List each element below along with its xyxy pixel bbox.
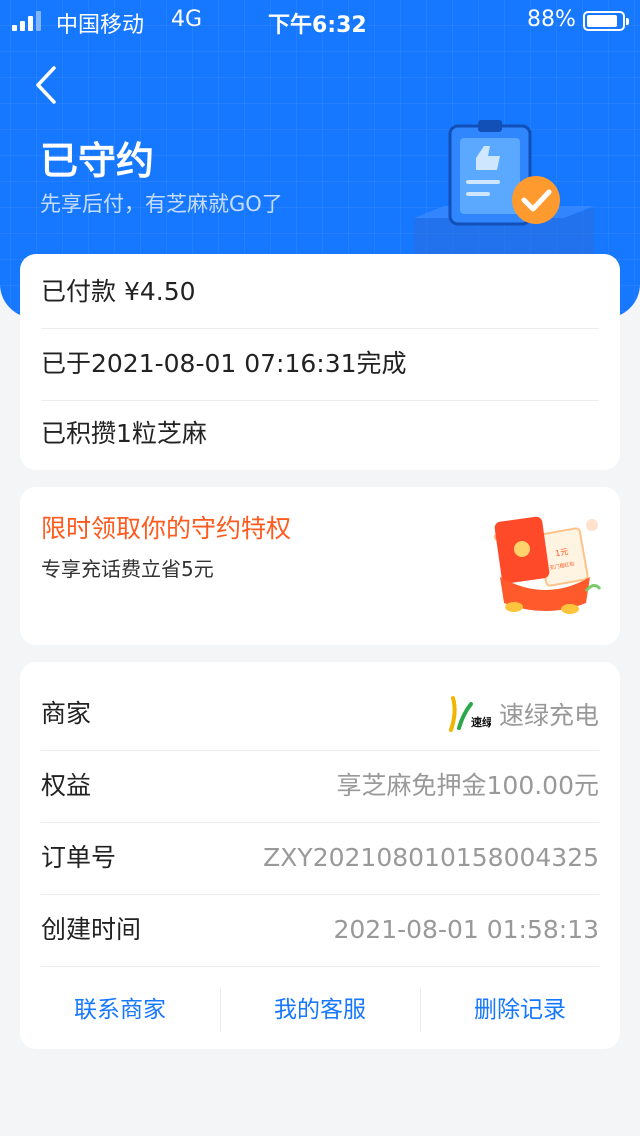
customer-service-button[interactable]: 我的客服 — [220, 988, 420, 1032]
promo-title: 限时领取你的守约特权 — [41, 514, 292, 543]
battery-percentage: 88% — [527, 7, 576, 32]
battery-level — [587, 15, 617, 27]
promo-card[interactable]: 限时领取你的守约特权 专享充话费立省5元 1元 无门槛红包 — [20, 487, 620, 645]
order-number-value[interactable]: ZXY202108010158004325 — [263, 822, 599, 894]
created-time-row: 创建时间 2021-08-01 01:58:13 — [41, 894, 599, 967]
merchant-row: 商家 速绿 速绿充电 — [41, 678, 599, 751]
network-type: 4G — [171, 7, 203, 32]
action-bar: 联系商家 我的客服 删除记录 — [20, 988, 620, 1032]
merchant-value: 速绿充电 — [498, 701, 599, 730]
red-envelope-coupon-icon: 1元 无门槛红包 — [494, 516, 602, 614]
order-number-row: 订单号 ZXY202108010158004325 — [41, 822, 599, 895]
summary-card: 已付款 ¥4.50 已于2021-08-01 07:16:31完成 已积攒1粒芝… — [20, 254, 620, 470]
back-button[interactable] — [30, 64, 64, 106]
battery-icon — [583, 11, 629, 31]
delete-record-button[interactable]: 删除记录 — [420, 988, 620, 1032]
signal-icon — [12, 11, 41, 31]
created-time-label: 创建时间 — [41, 915, 142, 944]
benefit-row: 权益 享芝麻免押金100.00元 — [41, 750, 599, 823]
status-time: 下午6:32 — [268, 13, 367, 38]
merchant-logo-icon: 速绿 — [448, 696, 491, 732]
contact-merchant-button[interactable]: 联系商家 — [20, 988, 220, 1032]
chevron-left-icon — [36, 66, 56, 104]
order-number-label: 订单号 — [41, 843, 117, 872]
benefit-label: 权益 — [41, 771, 92, 800]
created-time-value: 2021-08-01 01:58:13 — [333, 915, 599, 944]
promo-subtitle: 专享充话费立省5元 — [41, 557, 214, 581]
merchant-label: 商家 — [41, 699, 92, 728]
benefit-value: 享芝麻免押金100.00元 — [336, 771, 599, 800]
carrier-name: 中国移动 — [56, 13, 145, 38]
clipboard-check-icon — [414, 120, 594, 258]
sesame-points: 已积攒1粒芝麻 — [41, 419, 207, 448]
completion-time: 已于2021-08-01 07:16:31完成 — [41, 328, 599, 401]
status-bar: 中国移动 4G 下午6:32 88% — [0, 0, 640, 42]
merchant-logo-text: 速绿 — [471, 715, 491, 729]
details-card: 商家 速绿 速绿充电 权益 享芝麻免押金100.00元 订单号 ZXY20210… — [20, 662, 620, 1049]
page-title: 已守约 — [40, 139, 155, 183]
page-subtitle: 先享后付，有芝麻就GO了 — [40, 192, 283, 216]
payment-status: 已付款 ¥4.50 — [41, 256, 599, 329]
